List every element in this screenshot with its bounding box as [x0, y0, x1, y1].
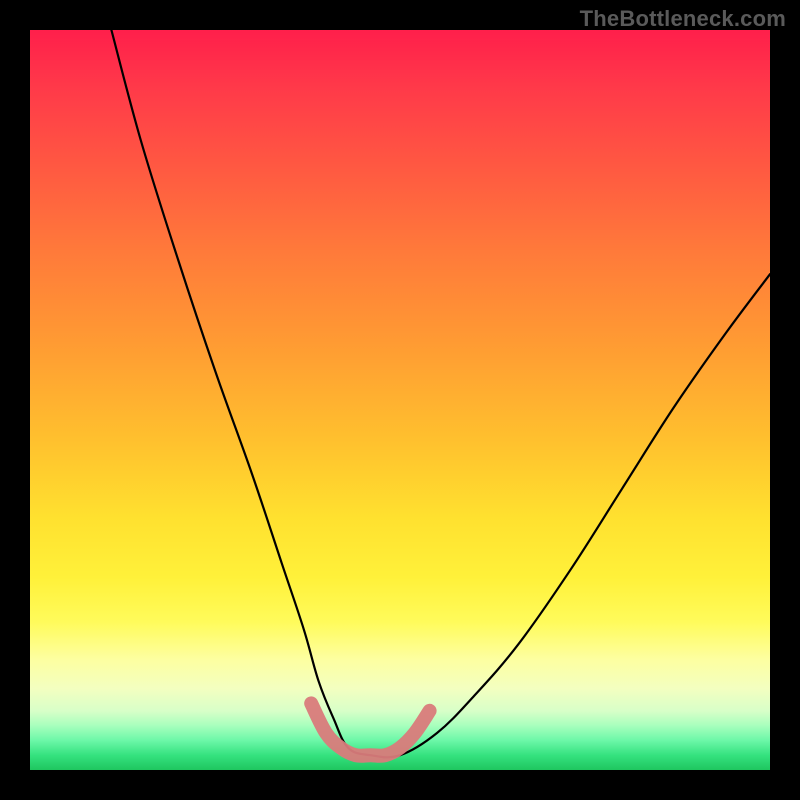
curve-svg — [30, 30, 770, 770]
chart-frame: TheBottleneck.com — [0, 0, 800, 800]
pink-band — [311, 703, 429, 755]
black-curve — [111, 30, 770, 757]
watermark-text: TheBottleneck.com — [580, 6, 786, 32]
plot-area — [30, 30, 770, 770]
